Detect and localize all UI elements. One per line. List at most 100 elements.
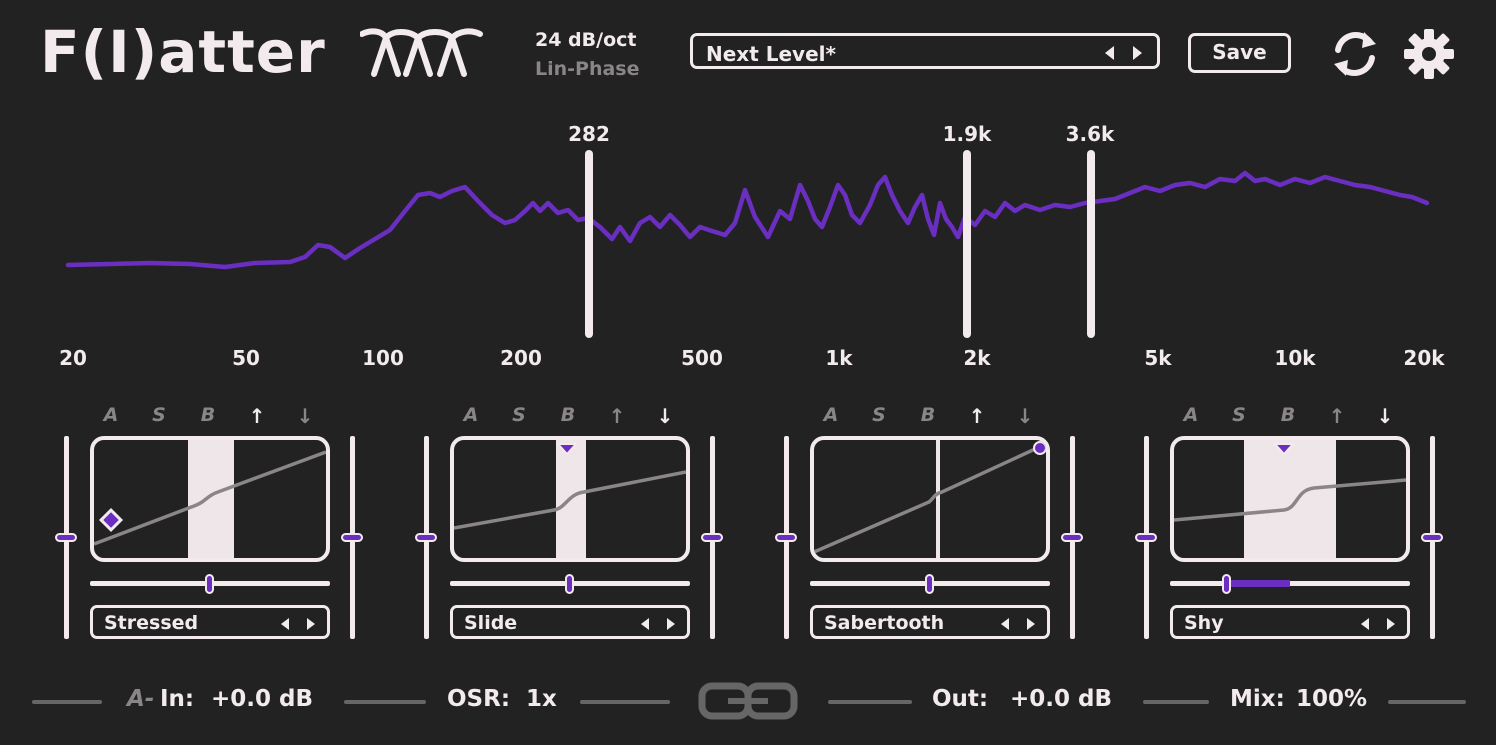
band-preset-selector[interactable]: Slide xyxy=(450,605,690,639)
axis-label-500: 500 xyxy=(681,346,723,370)
footer-divider xyxy=(1143,700,1209,704)
mode-a[interactable]: A xyxy=(461,404,481,426)
arrow-up-icon[interactable]: ↑ xyxy=(1327,404,1347,428)
footer-divider xyxy=(1388,700,1466,704)
band-slider-thumb[interactable] xyxy=(565,574,574,594)
band-preset-prev-icon[interactable] xyxy=(1001,618,1009,630)
transfer-curve[interactable] xyxy=(1170,436,1410,562)
transfer-curve[interactable] xyxy=(810,436,1050,562)
input-auto-toggle[interactable]: A- xyxy=(127,686,154,712)
crossover-handle-2[interactable] xyxy=(963,150,971,338)
mode-b[interactable]: B xyxy=(558,404,578,426)
mode-s[interactable]: S xyxy=(149,404,169,426)
arrow-down-icon[interactable]: ↓ xyxy=(1375,404,1395,428)
mode-s[interactable]: S xyxy=(509,404,529,426)
mode-b[interactable]: B xyxy=(918,404,938,426)
band-preset-selector[interactable]: Stressed xyxy=(90,605,330,639)
axis-label-20: 20 xyxy=(59,346,87,370)
link-icon[interactable] xyxy=(698,681,798,721)
arrow-down-icon[interactable]: ↓ xyxy=(295,404,315,428)
band-preset-name: Shy xyxy=(1184,612,1224,634)
slope-label[interactable]: 24 dB/oct xyxy=(535,29,636,51)
footer-divider xyxy=(344,700,426,704)
reload-icon[interactable] xyxy=(1330,28,1380,80)
spectrum-line xyxy=(65,170,1430,270)
axis-label-100: 100 xyxy=(362,346,404,370)
band-preset-name: Stressed xyxy=(104,612,199,634)
preset-selector[interactable]: Next Level* xyxy=(690,33,1160,69)
mode-a[interactable]: A xyxy=(101,404,121,426)
input-gain-value[interactable]: +0.0 dB xyxy=(211,686,313,712)
axis-label-200: 200 xyxy=(500,346,542,370)
band-preset-prev-icon[interactable] xyxy=(641,618,649,630)
input-gain-thumb[interactable] xyxy=(775,533,797,542)
band-3: A S B ↑ ↓ Sabertooth xyxy=(775,400,1083,640)
mode-b[interactable]: B xyxy=(198,404,218,426)
axis-label-50: 50 xyxy=(232,346,260,370)
preset-next-icon[interactable] xyxy=(1133,46,1142,60)
band-preset-selector[interactable]: Shy xyxy=(1170,605,1410,639)
app-logo: F(I)atter xyxy=(40,18,326,86)
axis-label-1k: 1k xyxy=(825,346,853,370)
output-gain-thumb[interactable] xyxy=(701,533,723,542)
band-slider-range xyxy=(1228,580,1290,587)
band-1: A S B ↑ ↓ Stressed xyxy=(55,400,363,640)
crossover-handle-1[interactable] xyxy=(585,150,593,338)
gear-icon[interactable] xyxy=(1403,28,1455,80)
band-slider-thumb[interactable] xyxy=(1222,574,1231,594)
input-gain-thumb[interactable] xyxy=(415,533,437,542)
save-button[interactable]: Save xyxy=(1188,33,1291,73)
phase-mode-label[interactable]: Lin-Phase xyxy=(535,58,640,80)
osr-value[interactable]: 1x xyxy=(526,686,557,712)
preset-prev-icon[interactable] xyxy=(1105,46,1114,60)
output-gain-thumb[interactable] xyxy=(341,533,363,542)
band-slider[interactable] xyxy=(1170,581,1410,586)
axis-label-10k: 10k xyxy=(1274,346,1316,370)
arrow-down-icon[interactable]: ↓ xyxy=(1015,404,1035,428)
band-preset-prev-icon[interactable] xyxy=(281,618,289,630)
band-preset-prev-icon[interactable] xyxy=(1361,618,1369,630)
mode-s[interactable]: S xyxy=(869,404,889,426)
arrow-up-icon[interactable]: ↑ xyxy=(967,404,987,428)
mode-a[interactable]: A xyxy=(821,404,841,426)
band-preset-next-icon[interactable] xyxy=(667,618,675,630)
band-slider-thumb[interactable] xyxy=(925,574,934,594)
arrow-down-icon[interactable]: ↓ xyxy=(655,404,675,428)
band-2: A S B ↑ ↓ Slide xyxy=(415,400,723,640)
band-preset-name: Slide xyxy=(464,612,518,634)
osr-label: OSR: xyxy=(447,686,511,712)
output-gain-thumb[interactable] xyxy=(1061,533,1083,542)
mode-b[interactable]: B xyxy=(1278,404,1298,426)
mode-a[interactable]: A xyxy=(1181,404,1201,426)
axis-label-20k: 20k xyxy=(1403,346,1445,370)
band-preset-next-icon[interactable] xyxy=(1027,618,1035,630)
arrow-up-icon[interactable]: ↑ xyxy=(607,404,627,428)
footer-divider xyxy=(32,700,102,704)
output-gain-value[interactable]: +0.0 dB xyxy=(1010,686,1112,712)
transfer-curve[interactable] xyxy=(450,436,690,562)
crossover-label-3: 3.6k xyxy=(1065,122,1115,146)
footer-divider xyxy=(580,700,670,704)
mix-value[interactable]: 100% xyxy=(1296,686,1367,712)
crossover-handle-3[interactable] xyxy=(1087,150,1095,338)
band-preset-name: Sabertooth xyxy=(824,612,945,634)
filter-slope-icon[interactable] xyxy=(360,28,510,78)
mode-s[interactable]: S xyxy=(1229,404,1249,426)
spectrum-display[interactable] xyxy=(0,115,1496,345)
axis-label-5k: 5k xyxy=(1144,346,1172,370)
band-preset-selector[interactable]: Sabertooth xyxy=(810,605,1050,639)
band-slider-thumb[interactable] xyxy=(205,574,214,594)
input-gain-thumb[interactable] xyxy=(55,533,77,542)
transfer-curve[interactable] xyxy=(90,436,330,562)
arrow-up-icon[interactable]: ↑ xyxy=(247,404,267,428)
crossover-label-2: 1.9k xyxy=(942,122,992,146)
output-label: Out: xyxy=(932,686,989,712)
output-gain-thumb[interactable] xyxy=(1421,533,1443,542)
band-preset-next-icon[interactable] xyxy=(1387,618,1395,630)
input-gain-thumb[interactable] xyxy=(1135,533,1157,542)
band-4: A S B ↑ ↓ Shy xyxy=(1135,400,1443,640)
crossover-label-1: 282 xyxy=(568,122,610,146)
preset-name: Next Level* xyxy=(706,42,836,66)
axis-label-2k: 2k xyxy=(963,346,991,370)
band-preset-next-icon[interactable] xyxy=(307,618,315,630)
